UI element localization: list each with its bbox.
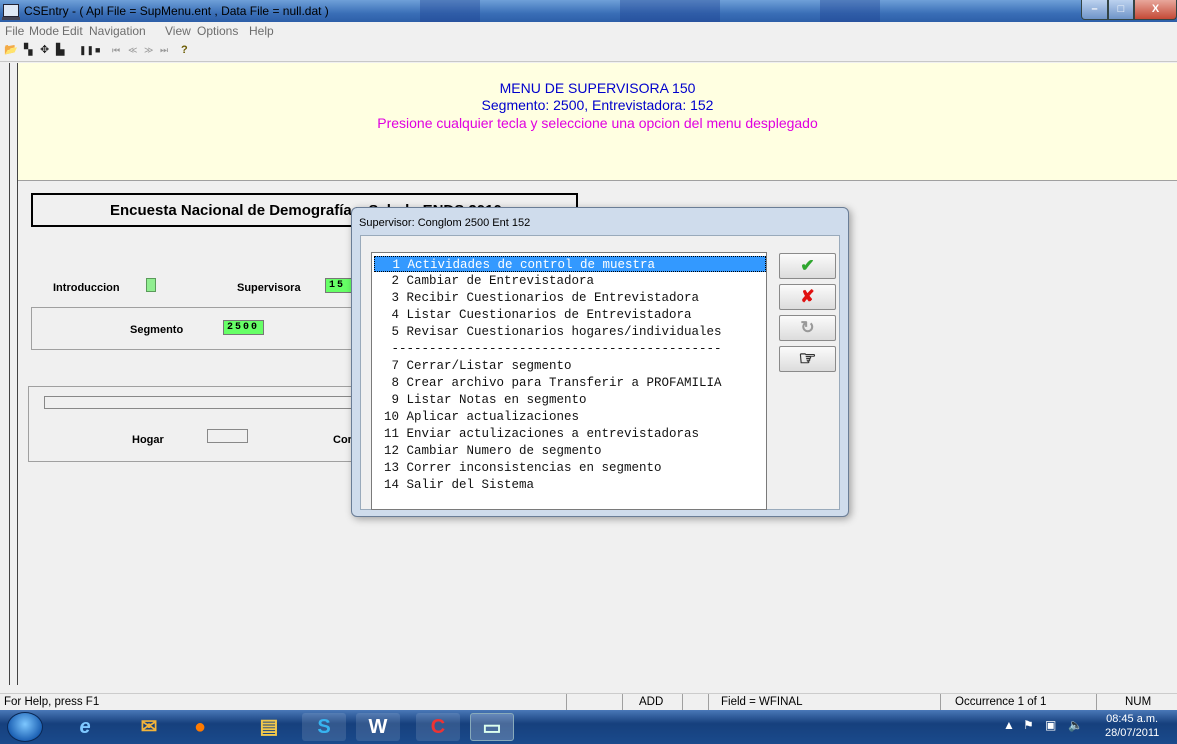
status-bar: For Help, press F1 ADD Field = WFINAL Oc… <box>0 693 1177 711</box>
introduccion-label: Introduccion <box>53 282 120 294</box>
windows-start-button[interactable] <box>7 712 43 742</box>
pause-icon[interactable]: ❚❚ <box>79 43 94 57</box>
case-tree-splitter[interactable] <box>9 63 18 685</box>
status-mode: ADD <box>622 694 682 711</box>
list-item[interactable]: 3 Recibir Cuestionarios de Entrevistador… <box>374 290 766 306</box>
list-item-separator[interactable]: ----------------------------------------… <box>374 341 766 357</box>
list-item[interactable]: 12 Cambiar Numero de segmento <box>374 443 766 459</box>
list-item[interactable]: 13 Correr inconsistencias en segmento <box>374 460 766 476</box>
internet-explorer-icon[interactable]: e <box>63 713 107 741</box>
open-icon[interactable]: 📂 <box>4 43 18 57</box>
maximize-button[interactable]: □ <box>1108 0 1134 20</box>
title-bar-glow <box>820 0 880 22</box>
menu-file[interactable]: File <box>5 24 24 38</box>
status-num: NUM <box>1096 694 1156 711</box>
status-field: Field = WFINAL <box>708 694 940 711</box>
list-item[interactable]: 9 Listar Notas en segmento <box>374 392 766 408</box>
menu-view[interactable]: View <box>165 24 191 38</box>
list-item[interactable]: 4 Listar Cuestionarios de Entrevistadora <box>374 307 766 323</box>
network-icon[interactable]: ▣ <box>1045 718 1056 732</box>
menu-options[interactable]: Options <box>197 24 238 38</box>
supervisora-label: Supervisora <box>237 282 301 294</box>
menu-help[interactable]: Help <box>249 24 274 38</box>
clock-date: 28/07/2011 <box>1105 727 1160 739</box>
menu-bar: File Mode Edit Navigation View Options H… <box>0 22 1177 40</box>
list-item[interactable]: 8 Crear archivo para Transferir a PROFAM… <box>374 375 766 391</box>
introduccion-field[interactable] <box>146 278 156 292</box>
segmento-label: Segmento <box>130 324 184 336</box>
list-item[interactable]: 7 Cerrar/Listar segmento <box>374 358 766 374</box>
cancel-button[interactable]: ✘ <box>779 284 836 310</box>
app-monitor-icon[interactable] <box>2 4 20 20</box>
pointer-button[interactable]: ☞ <box>779 346 836 372</box>
message-line-1: MENU DE SUPERVISORA 150 <box>499 80 696 96</box>
flag-icon[interactable]: ⚑ <box>1023 718 1034 732</box>
list-item[interactable]: 2 Cambiar de Entrevistadora <box>374 273 766 289</box>
title-bar-glow <box>620 0 720 22</box>
close-button[interactable]: X <box>1134 0 1177 20</box>
last-icon[interactable]: ⏭ <box>160 43 168 57</box>
menu-mode[interactable]: Mode <box>29 24 59 38</box>
menu-edit[interactable]: Edit <box>62 24 83 38</box>
menu-listbox[interactable]: 1 Actividades de control de muestra 2 Ca… <box>371 252 767 510</box>
menu-navigation[interactable]: Navigation <box>89 24 146 38</box>
status-occurrence: Occurrence 1 of 1 <box>940 694 1096 711</box>
skype-icon[interactable]: S <box>302 713 346 741</box>
media-player-icon[interactable]: ● <box>178 713 222 741</box>
dialog-title: Supervisor: Conglom 2500 Ent 152 <box>359 217 531 229</box>
segmento-group <box>31 307 361 350</box>
status-help: For Help, press F1 <box>4 696 100 708</box>
list-item[interactable]: 14 Salir del Sistema <box>374 477 766 493</box>
stop-icon[interactable]: ■ <box>95 43 100 57</box>
message-line-2: Segmento: 2500, Entrevistadora: 152 <box>481 97 714 113</box>
prev-icon[interactable]: ≪ <box>128 43 137 57</box>
modify-icon[interactable]: ▙ <box>56 43 64 57</box>
taskbar: e ✉ ● ▤ S W C ▭ ▲ ⚑ ▣ 🔈 08:45 a.m. 28/07… <box>0 710 1177 744</box>
progress-box <box>44 396 364 409</box>
segmento-field[interactable]: 2500 <box>223 320 264 335</box>
add-icon[interactable]: ▚ <box>24 43 32 57</box>
list-item[interactable]: 11 Enviar actulizaciones a entrevistador… <box>374 426 766 442</box>
csentry-icon[interactable]: ▭ <box>470 713 514 741</box>
clock-time: 08:45 a.m. <box>1106 713 1159 725</box>
refresh-button[interactable]: ↻ <box>779 315 836 341</box>
list-item[interactable]: 10 Aplicar actualizaciones <box>374 409 766 425</box>
first-icon[interactable]: ⏮ <box>112 43 120 57</box>
hogar-field[interactable] <box>207 429 248 443</box>
message-panel: MENU DE SUPERVISORA 150 Segmento: 2500, … <box>18 63 1177 181</box>
outlook-icon[interactable]: ✉ <box>127 713 171 741</box>
list-item[interactable]: 1 Actividades de control de muestra <box>374 256 766 272</box>
status-blank <box>566 694 622 711</box>
window-title: CSEntry - ( Apl File = SupMenu.ent , Dat… <box>24 4 329 18</box>
volume-icon[interactable]: 🔈 <box>1068 718 1083 732</box>
message-line-3: Presione cualquier tecla y seleccione un… <box>377 115 818 131</box>
insert-icon[interactable]: ✥ <box>40 43 49 57</box>
list-item[interactable]: 5 Revisar Cuestionarios hogares/individu… <box>374 324 766 340</box>
help-icon[interactable]: ? <box>181 43 188 57</box>
ok-button[interactable]: ✔ <box>779 253 836 279</box>
title-bar-glow <box>420 0 480 22</box>
title-bar: CSEntry - ( Apl File = SupMenu.ent , Dat… <box>0 0 1177 22</box>
hogar-label: Hogar <box>132 434 164 446</box>
next-icon[interactable]: ≫ <box>144 43 153 57</box>
word-icon[interactable]: W <box>356 713 400 741</box>
file-explorer-icon[interactable]: ▤ <box>247 713 291 741</box>
status-blank-2 <box>682 694 708 711</box>
cspro-icon[interactable]: C <box>416 713 460 741</box>
show-hidden-icons[interactable]: ▲ <box>1003 718 1015 732</box>
minimize-button[interactable]: – <box>1081 0 1108 20</box>
toolbar: 📂 ▚ ✥ ▙ ❚❚ ■ ⏮ ≪ ≫ ⏭ ? <box>0 40 1177 62</box>
cor-label: Cor <box>333 434 352 446</box>
system-clock[interactable]: 08:45 a.m. 28/07/2011 <box>1105 712 1159 740</box>
